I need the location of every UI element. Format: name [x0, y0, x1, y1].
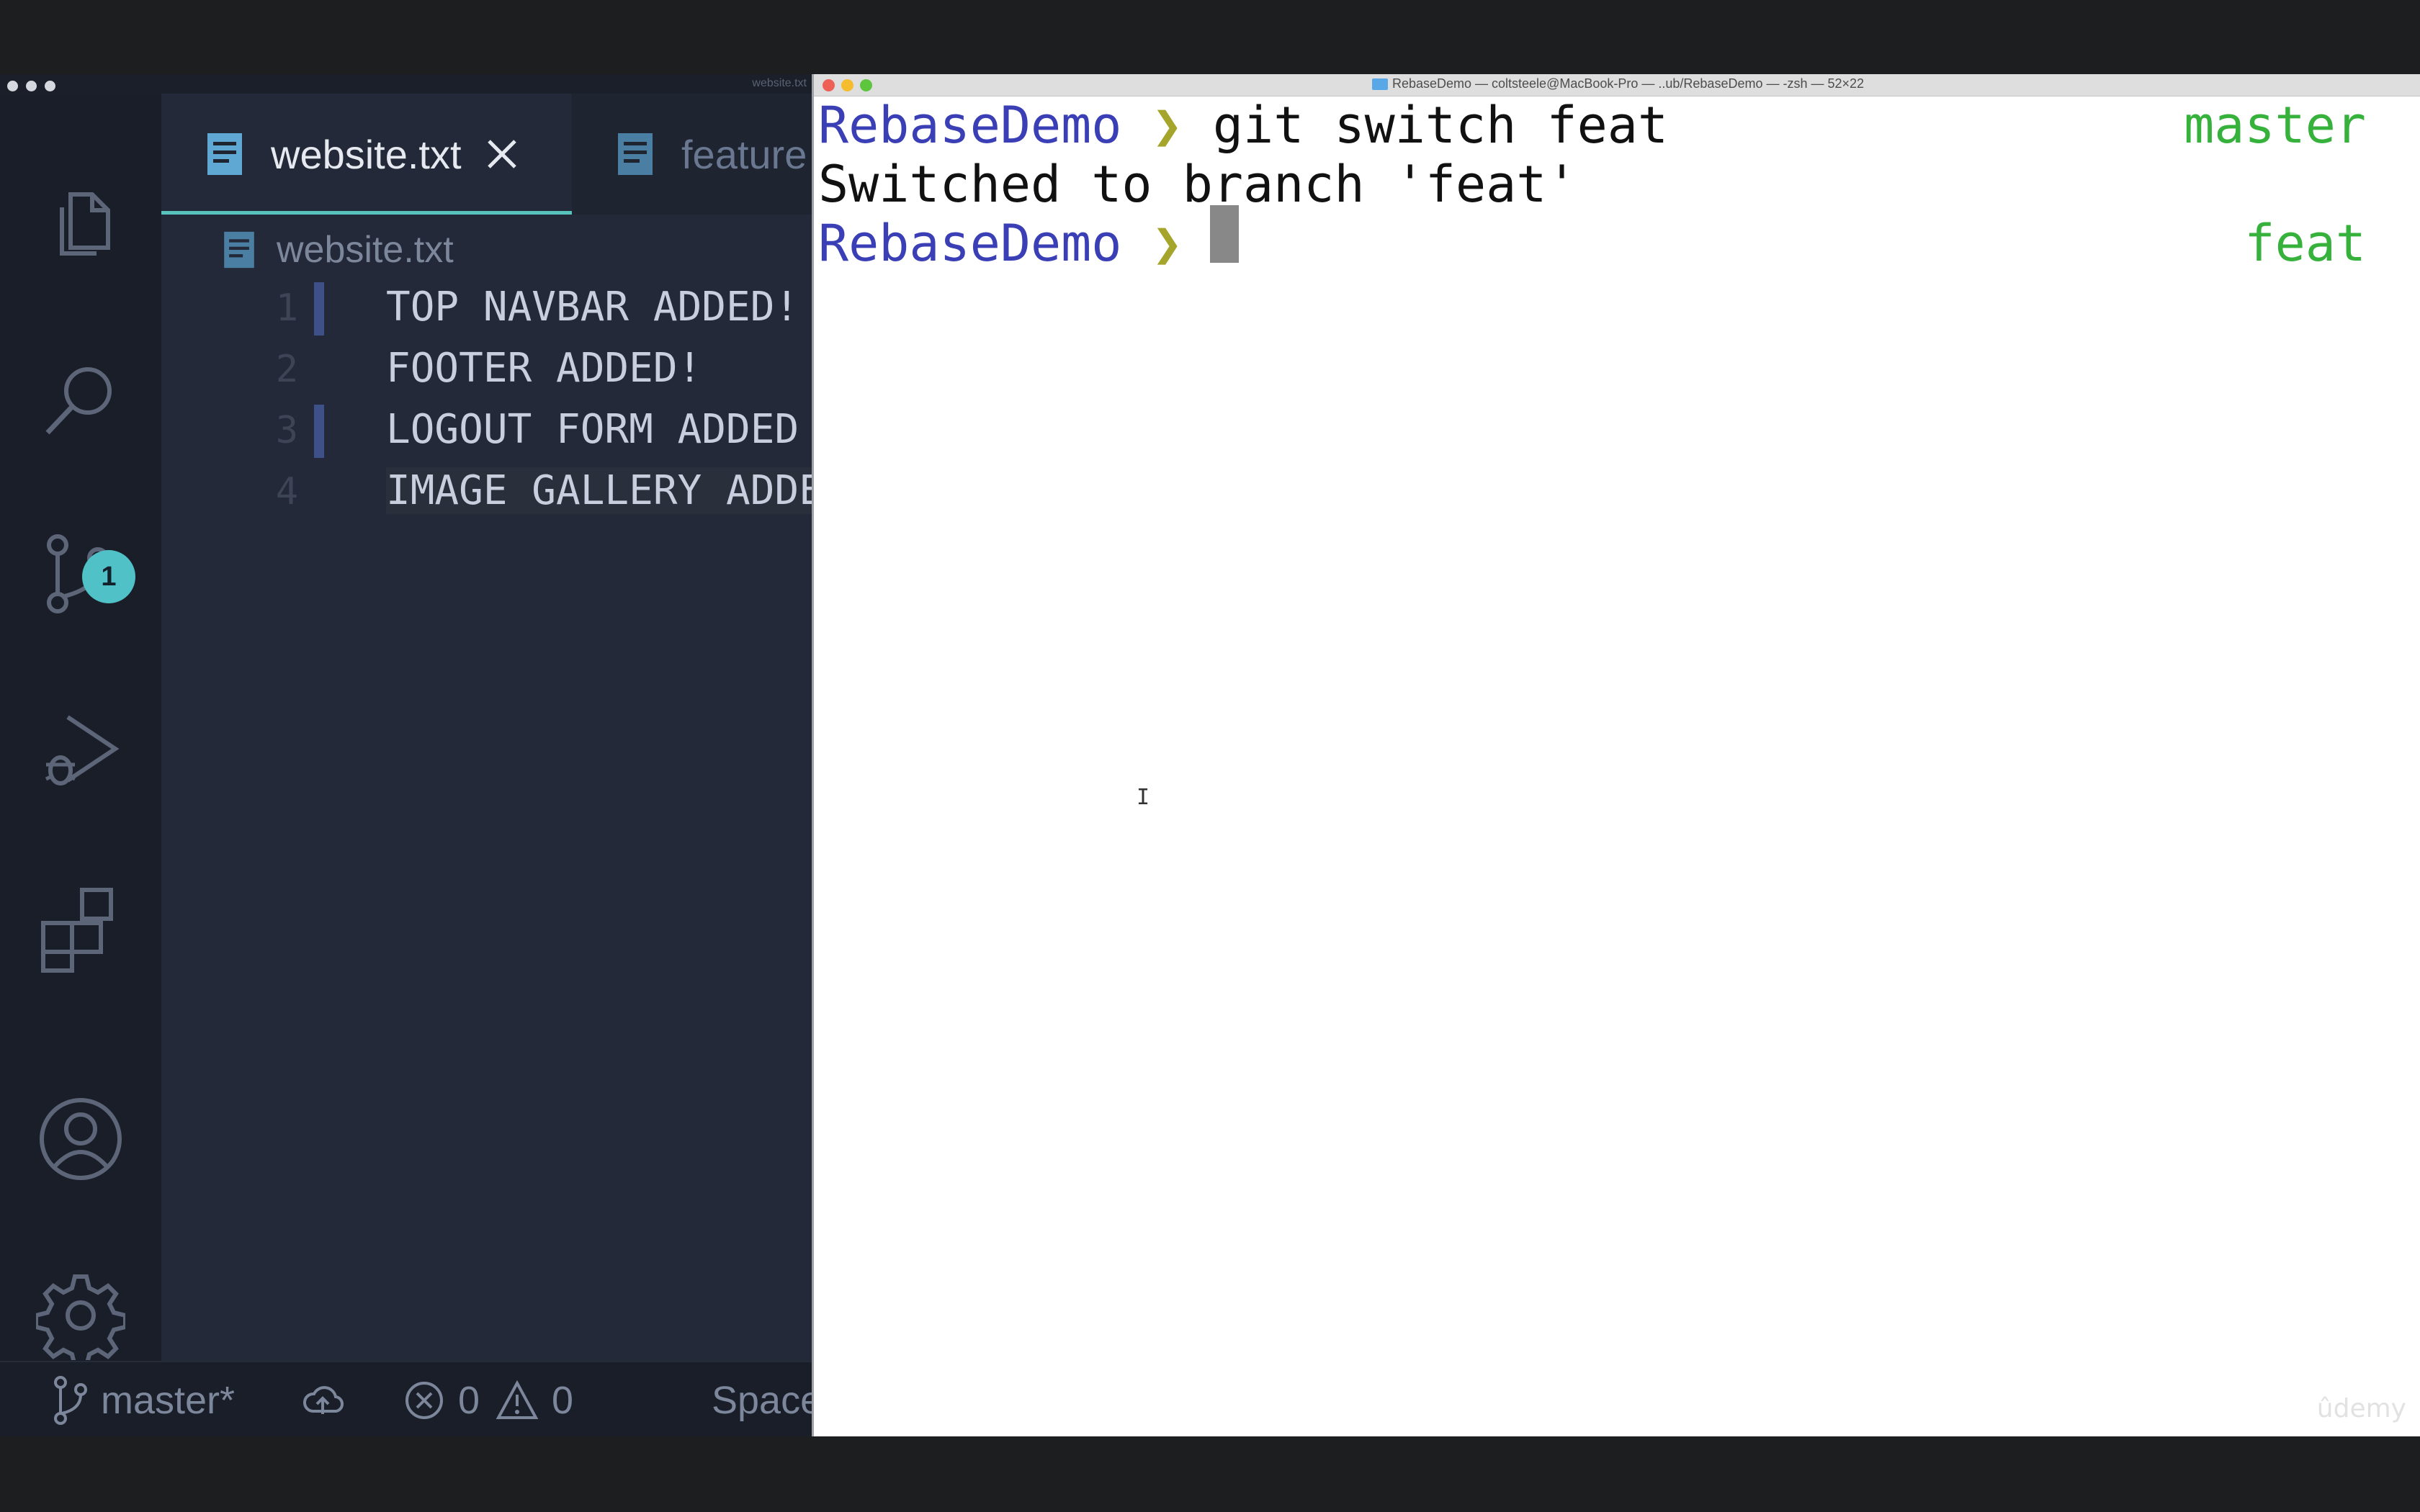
git-branch-icon: [54, 1375, 87, 1425]
terminal-title-text: RebaseDemo — coltsteele@MacBook-Pro — ..…: [1392, 76, 1865, 91]
code-line[interactable]: 3 LOGOUT FORM ADDED: [161, 400, 814, 462]
breadcrumb[interactable]: website.txt: [220, 225, 454, 275]
terminal-window: RebaseDemo — coltsteele@MacBook-Pro — ..…: [812, 74, 2420, 1436]
activity-bar: 1: [0, 94, 161, 1361]
terminal-line: RebaseDemo ❯ git switch feat: [818, 96, 1668, 155]
terminal-output[interactable]: RebaseDemo ❯ git switch feat master Swit…: [818, 96, 2420, 1436]
search-icon: [45, 367, 112, 435]
line-number: 2: [275, 348, 298, 391]
udemy-watermark: ûdemy: [2316, 1394, 2406, 1423]
file-text-icon: [207, 133, 242, 175]
terminal-cursor: [1210, 205, 1239, 263]
error-count: 0: [458, 1378, 480, 1422]
status-branch[interactable]: master*: [52, 1362, 235, 1438]
debug-icon: [45, 715, 120, 786]
close-icon[interactable]: [482, 134, 522, 174]
tab-website-txt[interactable]: website.txt: [161, 94, 572, 215]
prompt-directory: RebaseDemo: [818, 96, 1122, 155]
account-icon: [40, 1098, 122, 1180]
vscode-titlebar: website.txt: [0, 74, 814, 94]
source-control-badge: 1: [82, 550, 135, 603]
diff-marker[interactable]: [314, 405, 324, 458]
status-bar: master* 0 0 Space: [0, 1361, 822, 1438]
extensions-icon: [41, 888, 113, 973]
editor-area: website.txt feature website.txt 1 TOP NA…: [161, 94, 814, 1361]
activity-explorer[interactable]: [36, 179, 125, 268]
gear-icon: [36, 1274, 125, 1360]
active-tab-indicator: [161, 211, 572, 215]
video-letterbox: [0, 1436, 2420, 1512]
output-text: Switched to branch 'feat': [818, 155, 1577, 214]
code-editor[interactable]: 1 TOP NAVBAR ADDED! 2 FOOTER ADDED! 3 LO…: [161, 278, 814, 523]
window-dot-icon[interactable]: [45, 81, 55, 91]
terminal-line: RebaseDemo ❯: [818, 214, 1213, 273]
tab-feature[interactable]: feature: [572, 94, 814, 215]
breadcrumb-file: website.txt: [277, 229, 454, 271]
status-problems[interactable]: 0 0: [403, 1362, 573, 1438]
tab-label: feature: [681, 131, 807, 177]
activity-accounts[interactable]: [36, 1094, 125, 1184]
status-spaces-label: Space: [712, 1378, 823, 1422]
line-number: 3: [275, 409, 298, 452]
error-icon: [405, 1381, 443, 1419]
command-text: git switch feat: [1212, 96, 1669, 155]
warning-icon: [496, 1380, 539, 1419]
file-text-icon: [224, 231, 254, 269]
code-line[interactable]: 4 IMAGE GALLERY ADDE: [161, 462, 814, 523]
cloud-upload-icon: [303, 1385, 344, 1414]
status-sync[interactable]: [301, 1362, 357, 1438]
prompt-branch: master: [2184, 96, 2366, 155]
terminal-line: Switched to branch 'feat': [818, 155, 1577, 214]
window-dot-icon[interactable]: [7, 81, 18, 91]
prompt-branch: feat: [2244, 214, 2366, 273]
code-line[interactable]: 1 TOP NAVBAR ADDED!: [161, 278, 814, 339]
line-text: IMAGE GALLERY ADDE: [386, 467, 814, 514]
activity-extensions[interactable]: [36, 884, 125, 973]
code-line[interactable]: 2 FOOTER ADDED!: [161, 339, 814, 400]
terminal-title: RebaseDemo — coltsteele@MacBook-Pro — ..…: [814, 76, 2420, 91]
warning-count: 0: [552, 1378, 574, 1422]
status-indentation[interactable]: Space: [712, 1362, 822, 1438]
folder-icon: [1371, 78, 1388, 91]
status-branch-label: master*: [101, 1378, 236, 1422]
ibeam-cursor-icon: I: [1137, 785, 1150, 810]
activity-search[interactable]: [36, 355, 125, 444]
window-dot-icon[interactable]: [26, 81, 37, 91]
line-text: FOOTER ADDED!: [386, 345, 702, 392]
file-text-icon: [618, 133, 653, 175]
files-icon: [60, 192, 110, 256]
line-text: TOP NAVBAR ADDED!: [386, 284, 799, 330]
prompt-arrow: ❯: [1152, 214, 1183, 273]
prompt-arrow: ❯: [1152, 96, 1183, 155]
line-number: 1: [275, 287, 298, 330]
vscode-window: website.txt 1 website.txt feature websit…: [0, 74, 822, 1438]
vscode-window-title: website.txt: [752, 77, 807, 89]
editor-tab-bar: website.txt feature: [161, 94, 814, 215]
diff-marker[interactable]: [314, 282, 324, 336]
activity-run-debug[interactable]: [36, 707, 125, 796]
terminal-titlebar: RebaseDemo — coltsteele@MacBook-Pro — ..…: [814, 74, 2420, 96]
line-number: 4: [275, 470, 298, 513]
activity-manage[interactable]: [36, 1271, 125, 1360]
prompt-directory: RebaseDemo: [818, 214, 1122, 273]
line-text: LOGOUT FORM ADDED: [386, 406, 799, 453]
tab-label: website.txt: [271, 131, 462, 177]
